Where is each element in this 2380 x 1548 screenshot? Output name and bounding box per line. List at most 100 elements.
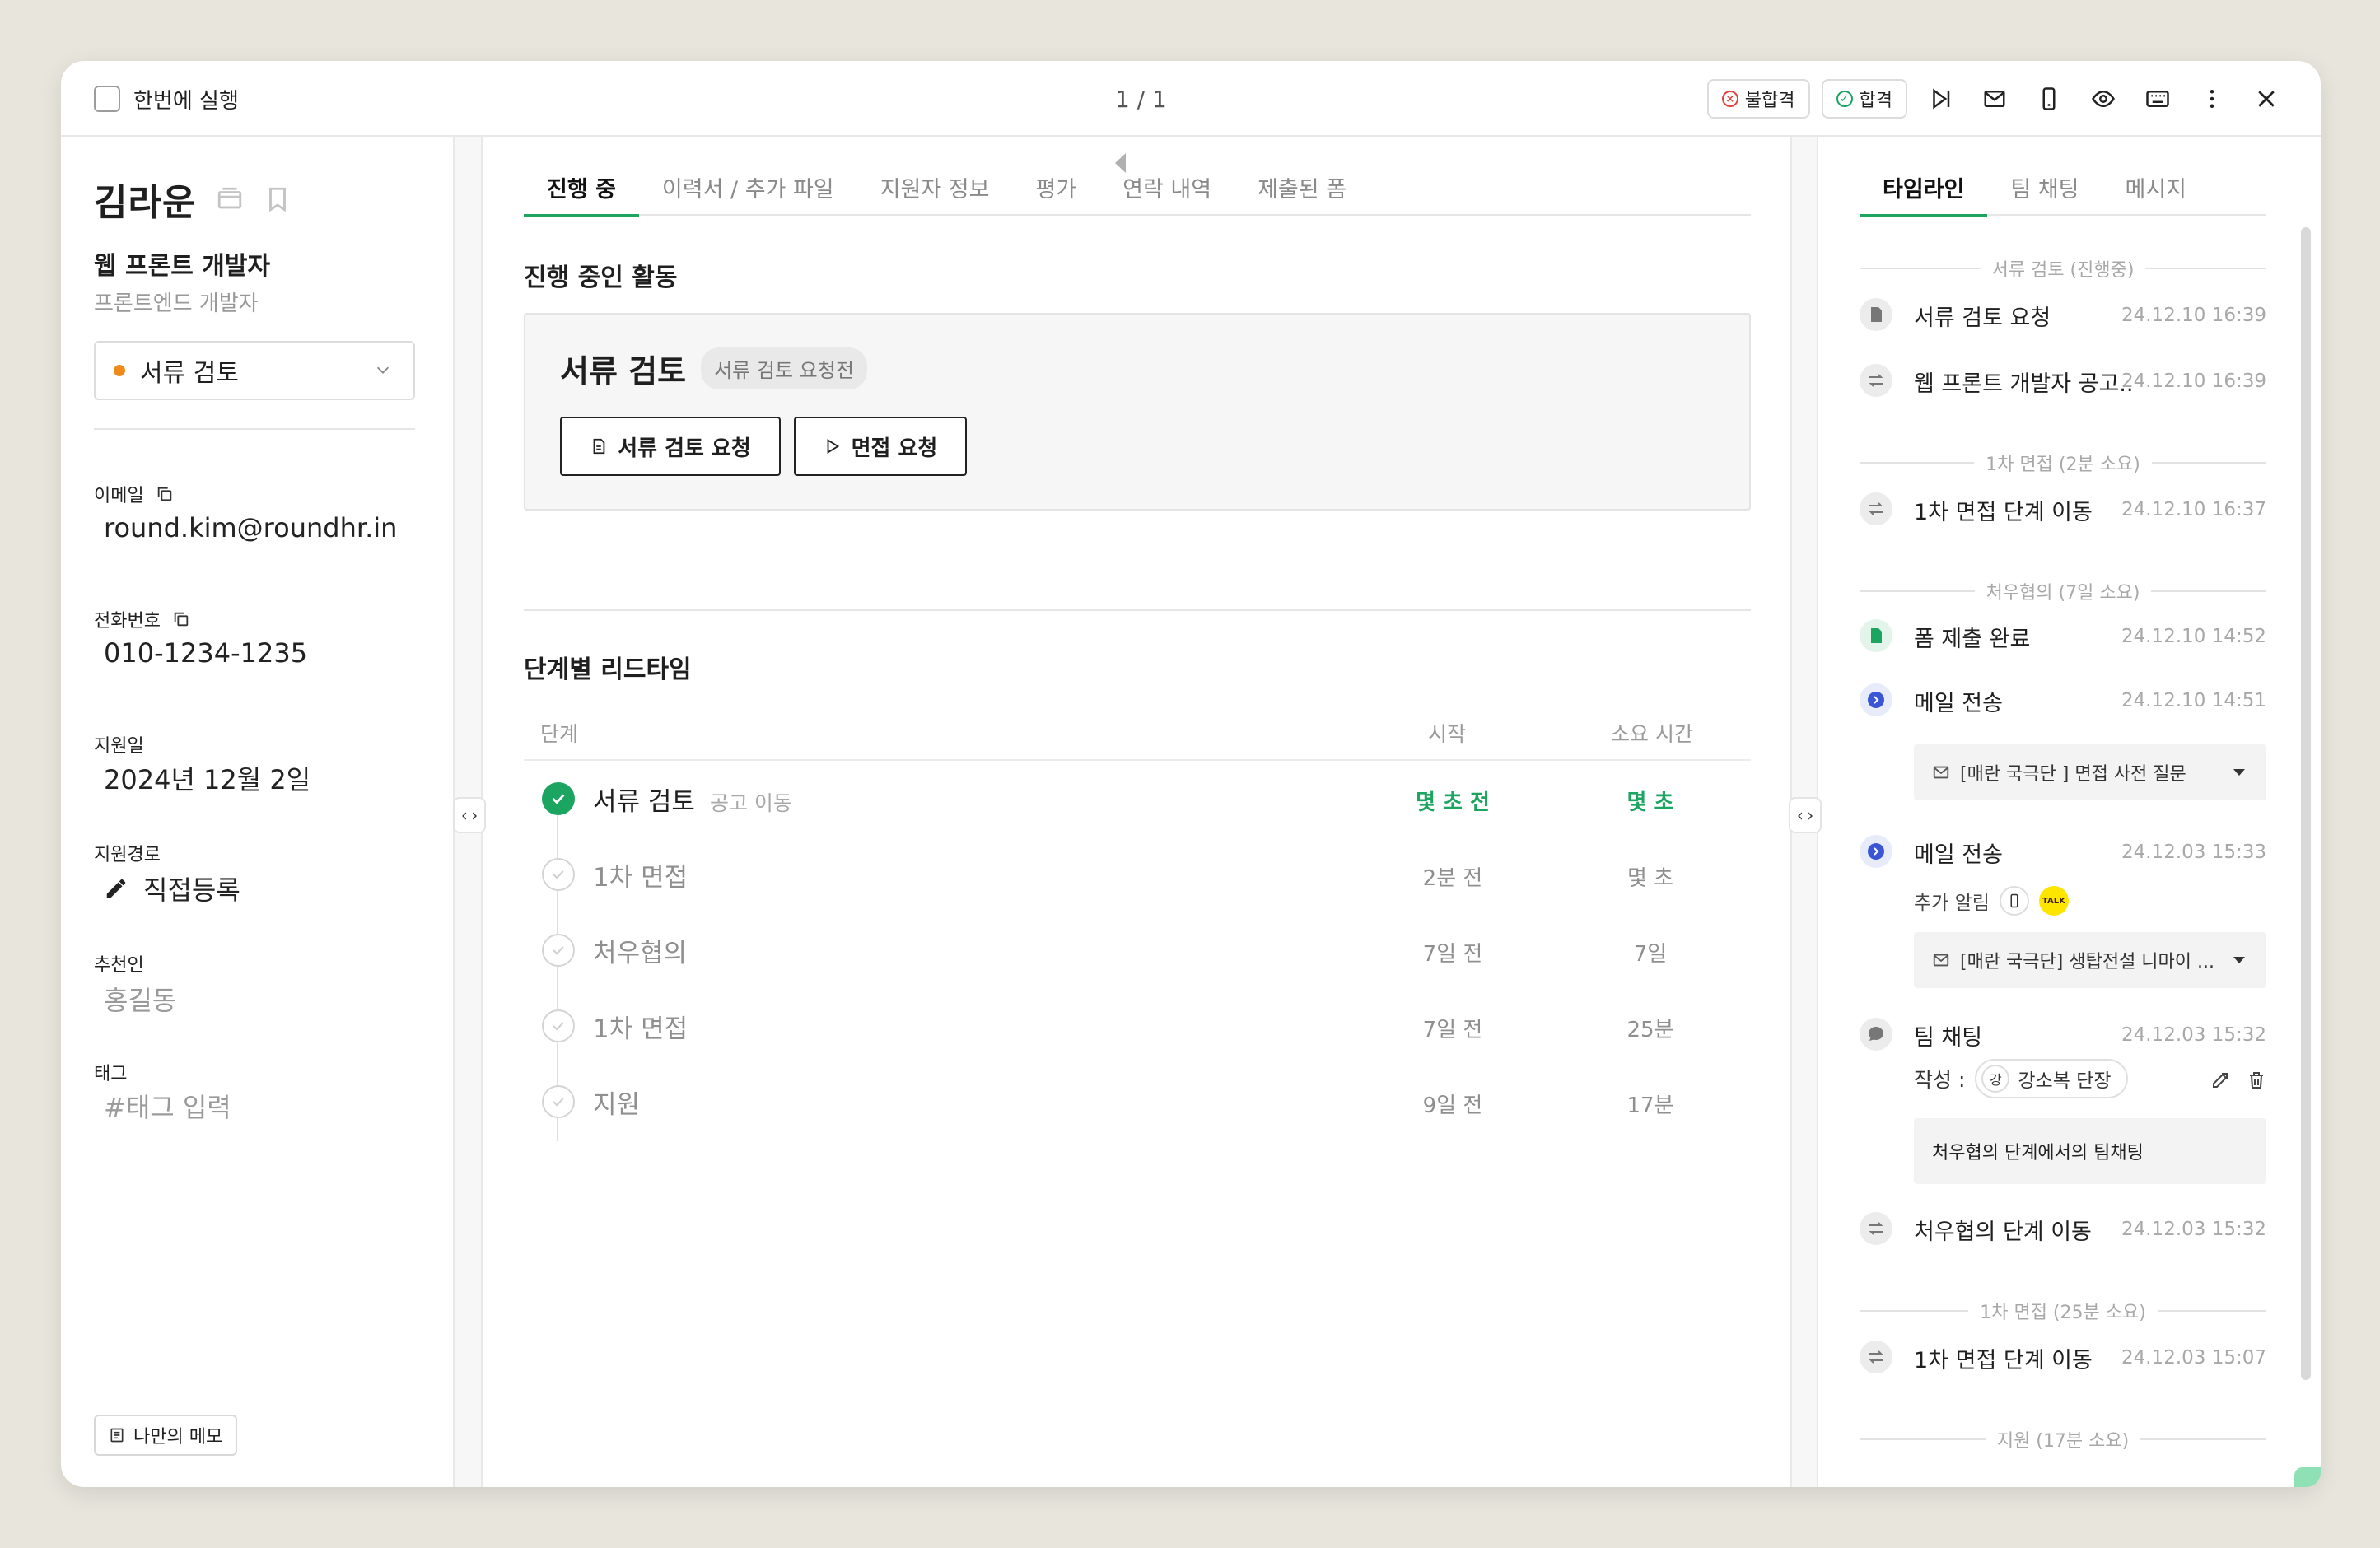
timeline-event[interactable]: 1차 면접 단계 이동 24.12.10 16:37	[1860, 489, 2266, 530]
timeline-panel: 타임라인 팀 채팅 메시지 서류 검토 (진행중) 서류 검토 요청 24.12…	[1818, 137, 2321, 1487]
row-stage-name: 처우협의	[593, 939, 688, 968]
copy-email-icon[interactable]	[156, 485, 174, 503]
interview-request-button[interactable]: 면접 요청	[794, 417, 967, 476]
table-row: 처우협의 7일 전 7일	[524, 912, 1751, 986]
eye-icon[interactable]	[2082, 77, 2125, 120]
stage-separator-label: 서류 검토 (진행중)	[1991, 260, 2135, 281]
run-once-toggle[interactable]: 한번에 실행	[94, 81, 239, 117]
doc-review-request-button[interactable]: 서류 검토 요청	[560, 417, 781, 476]
row-duration: 몇 초	[1626, 790, 1674, 815]
tab-submitted-forms[interactable]: 제출된 폼	[1234, 163, 1370, 216]
row-stage-name: 1차 면접	[593, 1014, 688, 1044]
tab-applicant-info[interactable]: 지원자 정보	[857, 163, 1013, 216]
tab-evaluation[interactable]: 평가	[1012, 163, 1099, 216]
timeline-event[interactable]: 서류 검토 요청 24.12.10 16:39	[1860, 295, 2266, 336]
play-icon	[827, 439, 839, 454]
timeline-event[interactable]: 팀 채팅 24.12.03 15:32	[1860, 1014, 2266, 1056]
candidate-profile-panel: 김라운 웹 프론트 개발자 프론트엔드 개발자 서류 검토 이메일 round.…	[61, 137, 455, 1487]
pass-button[interactable]: ✓ 합격	[1821, 79, 1907, 119]
activity-stage: 서류 검토	[560, 353, 687, 389]
detail-tabs: 진행 중 이력서 / 추가 파일 지원자 정보 평가 연락 내역 제출된 폼	[524, 163, 1751, 217]
profile-divider	[94, 428, 415, 430]
collapse-right-handle[interactable]: ‹›	[1789, 797, 1822, 833]
edit-icon[interactable]	[2210, 1070, 2230, 1090]
phone-value[interactable]: 010-1234-1235	[104, 637, 307, 669]
timeline-event[interactable]: 웹 프론트 개발자 공고... 24.12.10 16:39	[1860, 361, 2266, 402]
pager: 1 / 1	[1115, 77, 1167, 173]
bookmark-icon[interactable]	[264, 185, 292, 213]
event-title: 1차 면접 단계 이동	[1914, 1348, 2093, 1373]
caret-down-icon[interactable]	[2233, 769, 2245, 776]
pencil-icon	[106, 879, 126, 898]
stage-separator-label: 1차 면접 (25분 소요)	[1980, 1303, 2146, 1323]
email-value[interactable]: round.kim@roundhr.in	[104, 512, 397, 543]
mail-subject: [매란 국극단 ] 면접 사전 질문	[1960, 764, 2186, 785]
fail-label: 불합격	[1744, 91, 1795, 111]
sms-icon	[1999, 886, 2029, 916]
mail-subject: [매란 국극단] 생탑전설 니마이 ...	[1960, 952, 2214, 972]
my-memo-label: 나만의 메모	[133, 1427, 223, 1448]
run-once-checkbox[interactable]	[94, 86, 120, 112]
fail-icon: ×	[1721, 91, 1738, 107]
more-icon[interactable]	[2191, 77, 2233, 120]
source-value: 직접등록	[143, 874, 240, 906]
timeline-event[interactable]: 1차 면접 단계 이동 24.12.03 15:07	[1860, 1337, 2266, 1378]
row-start: 몇 초 전	[1416, 790, 1490, 815]
tab-resume-files[interactable]: 이력서 / 추가 파일	[639, 163, 857, 216]
row-stage-name: 서류 검토	[593, 787, 695, 817]
tag-input[interactable]: #태그 입력	[104, 1087, 231, 1125]
mobile-icon[interactable]	[2028, 77, 2070, 120]
mail-icon[interactable]	[1973, 77, 2016, 120]
job-subtitle: 프론트엔드 개발자	[94, 291, 259, 316]
timeline-event[interactable]: 메일 전송 24.12.10 14:51	[1860, 680, 2266, 721]
section-divider	[524, 609, 1751, 611]
row-start: 7일 전	[1422, 942, 1483, 967]
row-start: 2분 전	[1422, 866, 1483, 891]
activity-status-badge: 서류 검토 요청전	[701, 347, 867, 389]
referrer-value[interactable]: 홍길동	[104, 980, 176, 1018]
my-memo-button[interactable]: 나만의 메모	[94, 1415, 238, 1456]
email-label-row: 이메일	[94, 481, 174, 507]
author-chip[interactable]: 강 강소복 단장	[1975, 1059, 2128, 1098]
close-icon[interactable]	[2245, 77, 2288, 120]
tab-in-progress[interactable]: 진행 중	[524, 163, 639, 217]
document-icon	[593, 438, 605, 455]
tab-contact-history[interactable]: 연락 내역	[1099, 163, 1234, 216]
tab-messages[interactable]: 메시지	[2102, 163, 2210, 216]
mail-icon	[1933, 766, 1949, 779]
pending-check-icon	[542, 858, 575, 891]
current-activity-card: 서류 검토 서류 검토 요청전 서류 검토 요청 면접 요청	[524, 313, 1751, 511]
event-time: 24.12.03 15:32	[2121, 1219, 2266, 1240]
timeline-scrollbar[interactable]	[2301, 227, 2311, 1380]
author-name: 강소복 단장	[2018, 1070, 2112, 1092]
event-time: 24.12.03 15:32	[2121, 1024, 2266, 1046]
trash-icon[interactable]	[2247, 1070, 2266, 1090]
collapse-left-handle[interactable]: ‹›	[453, 797, 486, 833]
event-time: 24.12.03 15:33	[2121, 842, 2266, 863]
check-icon	[542, 782, 575, 815]
timeline-event[interactable]: 처우협의 단계 이동 24.12.03 15:32	[1860, 1209, 2266, 1250]
row-hint: 공고 이동	[709, 791, 792, 815]
play-next-icon[interactable]	[1919, 77, 1962, 120]
keyboard-icon[interactable]	[2136, 77, 2179, 120]
event-time: 24.12.10 16:37	[2121, 499, 2266, 520]
stage-separator-label: 처우협의 (7일 소요)	[1986, 583, 2140, 604]
stage-select[interactable]: 서류 검토	[94, 341, 415, 400]
author-label: 작성 :	[1914, 1068, 1966, 1092]
fail-button[interactable]: × 불합격	[1706, 79, 1810, 119]
tag-label: 태그	[94, 1064, 128, 1084]
mail-preview[interactable]: [매란 국극단 ] 면접 사전 질문	[1914, 744, 2266, 800]
card-icon[interactable]	[216, 185, 244, 213]
table-row: 서류 검토 공고 이동 몇 초 전 몇 초	[524, 761, 1751, 835]
row-stage-name: 1차 면접	[593, 863, 688, 893]
mail-preview[interactable]: [매란 국극단] 생탑전설 니마이 ...	[1914, 932, 2266, 988]
transfer-icon	[1860, 1341, 1892, 1373]
caret-down-icon[interactable]	[2233, 957, 2245, 963]
timeline-event[interactable]: 메일 전송 24.12.03 15:33	[1860, 832, 2266, 873]
timeline-event[interactable]: 폼 제출 완료 24.12.10 14:52	[1860, 616, 2266, 657]
tab-team-chat[interactable]: 팀 채팅	[1987, 163, 2102, 216]
additional-notification-label: 추가 알림	[1914, 893, 1990, 914]
tab-timeline[interactable]: 타임라인	[1860, 163, 1988, 217]
copy-phone-icon[interactable]	[172, 610, 190, 628]
table-row: 1차 면접 2분 전 몇 초	[524, 837, 1751, 911]
